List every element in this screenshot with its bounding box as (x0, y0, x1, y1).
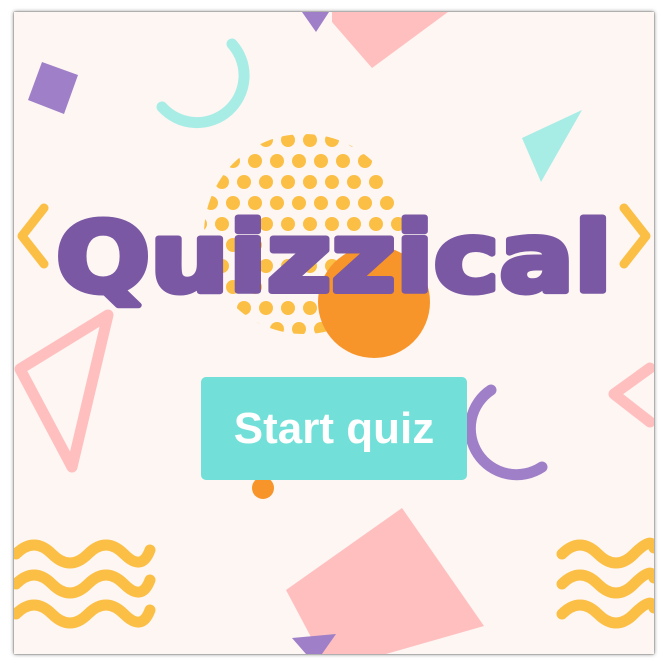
chevron-icon (608, 362, 654, 428)
arc-icon (464, 384, 548, 481)
wave-icon (14, 539, 156, 629)
quiz-start-screen: Quizzical Start quiz (14, 12, 654, 654)
background-decorations (14, 12, 654, 654)
arc-icon (156, 38, 250, 129)
square-icon (28, 62, 78, 114)
square-icon (286, 508, 484, 654)
square-icon (332, 12, 448, 68)
triangle-icon (522, 110, 582, 182)
triangle-icon (14, 309, 114, 473)
wave-icon (556, 537, 654, 629)
start-quiz-button[interactable]: Start quiz (201, 377, 467, 480)
triangle-icon (302, 12, 329, 32)
circle-icon (252, 477, 274, 499)
